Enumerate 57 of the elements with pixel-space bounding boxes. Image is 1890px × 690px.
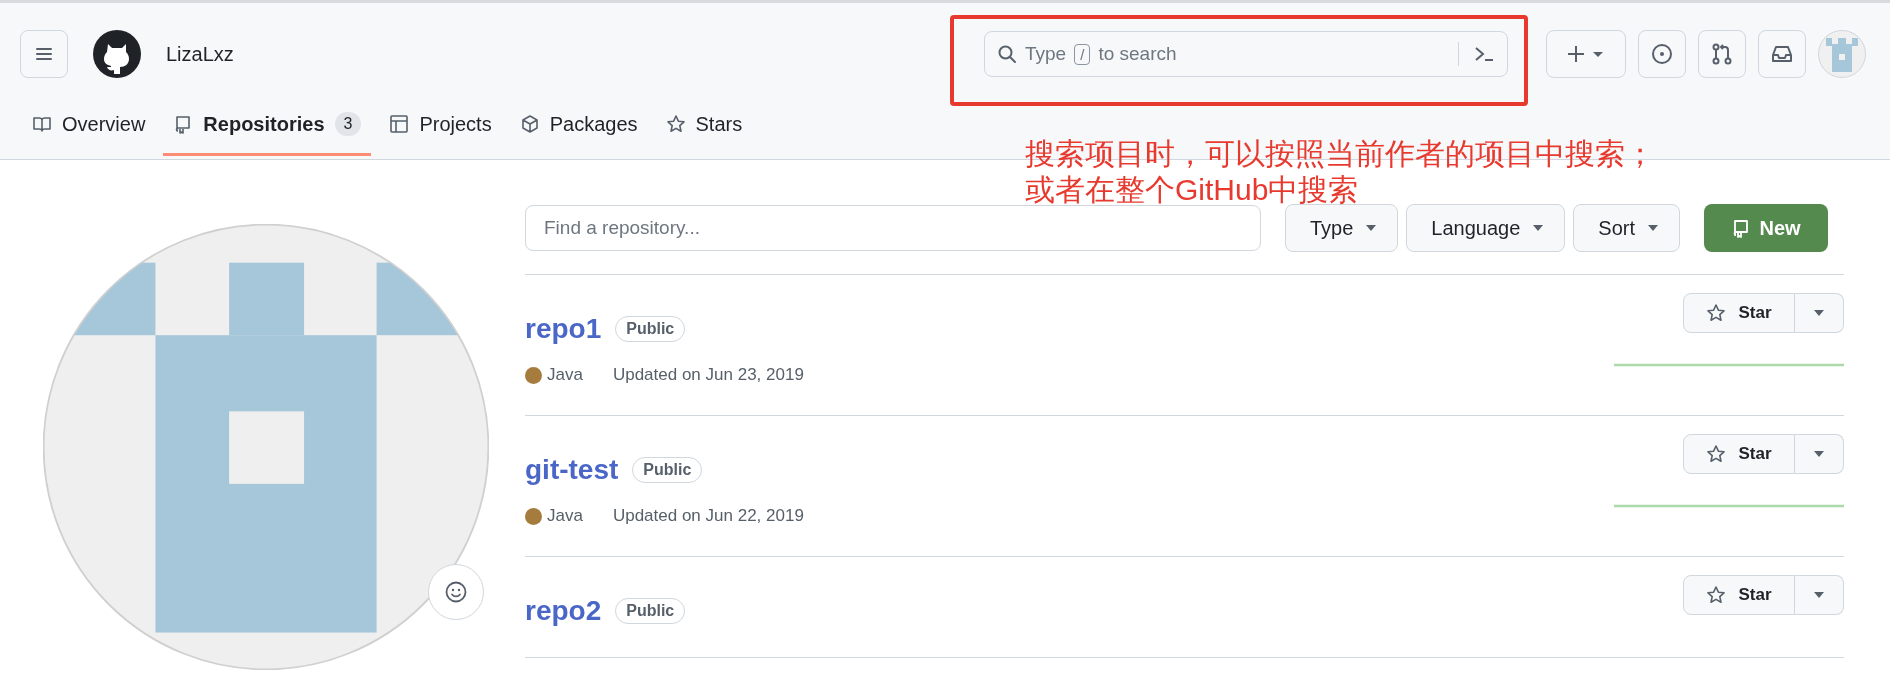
circle-dot-icon	[1651, 43, 1673, 65]
create-button[interactable]	[1546, 30, 1626, 78]
profile-tab[interactable]: Packages	[509, 111, 648, 156]
star-icon	[1706, 585, 1727, 605]
star-list-dropdown[interactable]	[1795, 293, 1844, 333]
plus-caret-icon	[1566, 44, 1606, 64]
star-button[interactable]: Star	[1683, 434, 1795, 474]
inbox-button[interactable]	[1758, 30, 1806, 78]
star-button[interactable]: Star	[1683, 293, 1795, 333]
pull-request-icon	[1711, 43, 1733, 65]
repository-link[interactable]: repo1	[525, 313, 602, 345]
updated-date: Updated on Jun 22, 2019	[612, 506, 804, 526]
caret-icon	[1813, 309, 1825, 317]
profile-tab[interactable]: Repositories 3	[163, 111, 372, 156]
caret-icon	[1813, 450, 1825, 458]
caret-icon	[1647, 224, 1660, 232]
new-repository-button[interactable]: New	[1704, 204, 1829, 252]
star-button[interactable]: Star	[1683, 575, 1795, 615]
star-list-dropdown[interactable]	[1795, 434, 1844, 474]
updated-date: Updated on Jun 23, 2019	[612, 365, 804, 385]
username[interactable]: LizaLxz	[166, 42, 234, 66]
search-hint: Type	[1025, 43, 1067, 65]
profile-tab[interactable]: Projects	[379, 111, 502, 156]
star-icon	[665, 114, 686, 134]
cat-logo-icon[interactable]	[93, 30, 141, 78]
count-badge: 3	[334, 112, 362, 136]
book-icon	[32, 114, 52, 134]
profile-tab[interactable]: Overview	[22, 111, 156, 156]
inbox-icon	[1771, 43, 1793, 65]
repository-link[interactable]: git-test	[525, 454, 619, 486]
repository-link[interactable]: repo2	[525, 595, 602, 627]
shortcut-key: /	[1074, 43, 1091, 65]
menu-button[interactable]	[20, 30, 68, 78]
annotation-text: 搜索项目时，可以按照当前作者的项目中搜索；	[1025, 136, 1655, 172]
set-status-button[interactable]	[428, 564, 484, 620]
star-list-dropdown[interactable]	[1795, 575, 1844, 615]
filter-dropdown[interactable]: Type	[1285, 204, 1399, 252]
filter-dropdown[interactable]: Language	[1406, 204, 1566, 252]
search-icon	[997, 44, 1017, 64]
star-icon	[1706, 303, 1727, 323]
language-label: Java	[547, 365, 583, 385]
package-icon	[519, 114, 540, 134]
issues-button[interactable]	[1638, 30, 1686, 78]
search-field[interactable]: Type / to search	[984, 31, 1508, 77]
pull-requests-button[interactable]	[1698, 30, 1746, 78]
star-icon	[1706, 444, 1727, 464]
terminal-icon[interactable]	[1473, 44, 1495, 64]
caret-icon	[1813, 591, 1825, 599]
search-hint: to search	[1098, 43, 1177, 65]
profile-tab[interactable]: Stars	[655, 111, 753, 156]
filter-dropdown[interactable]: Sort	[1573, 204, 1681, 252]
smiley-icon	[444, 580, 468, 604]
language-label: Java	[547, 506, 583, 526]
caret-icon	[1532, 224, 1545, 232]
repository-search-field[interactable]: Find a repository...	[525, 205, 1261, 251]
table-icon	[389, 114, 410, 134]
caret-icon	[1365, 224, 1378, 232]
